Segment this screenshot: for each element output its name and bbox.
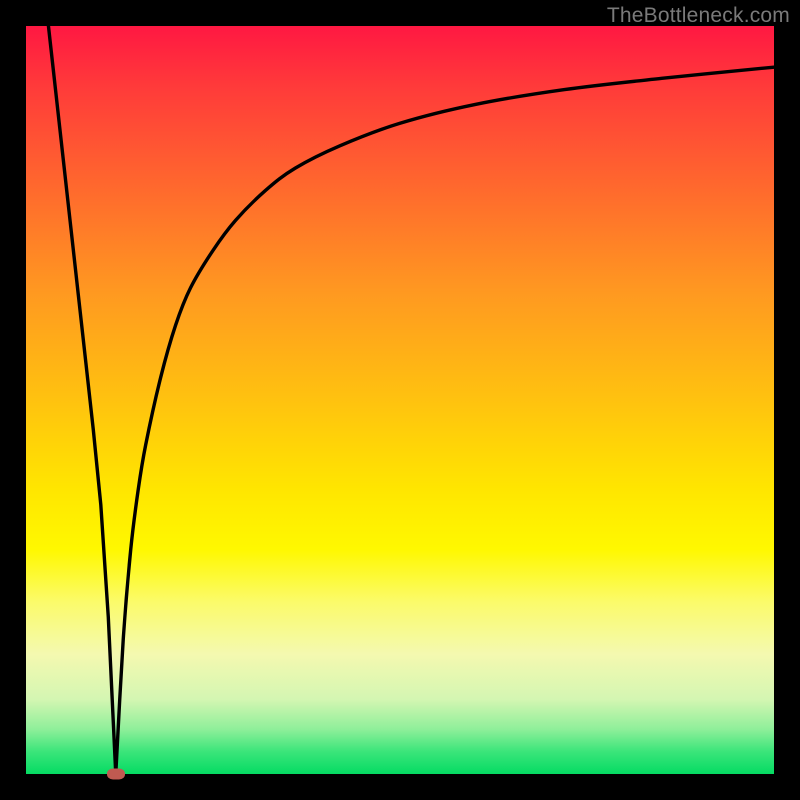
- watermark-text: TheBottleneck.com: [607, 4, 790, 28]
- chart-marker-dot: [107, 769, 125, 780]
- chart-curve: [26, 26, 774, 774]
- chart-stage: TheBottleneck.com: [0, 0, 800, 800]
- chart-plot-area: [26, 26, 774, 774]
